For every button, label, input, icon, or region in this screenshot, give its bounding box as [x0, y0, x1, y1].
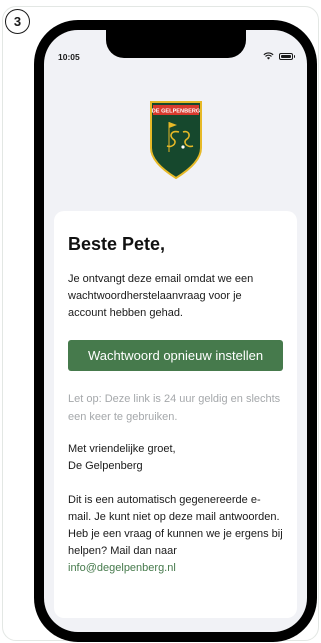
regards-line-1: Met vriendelijke groet,	[68, 443, 176, 455]
status-icons	[263, 52, 295, 60]
contact-email-link[interactable]: info@degelpenberg.nl	[68, 562, 176, 574]
email-card: Beste Pete, Je ontvangt deze email omdat…	[54, 211, 297, 618]
phone-screen: 10:05 DE GELPENBERG Beste Pete, Je ontva…	[44, 30, 307, 632]
link-validity-note: Let op: Deze link is 24 uur geldig en sl…	[68, 393, 281, 423]
step-number-badge: 3	[5, 9, 30, 34]
logo-text: DE GELPENBERG	[151, 109, 200, 115]
email-intro-text: Je ontvangt deze email omdat we een wach…	[68, 273, 254, 319]
regards-line-2: De Gelpenberg	[68, 460, 143, 472]
gelpenberg-logo: DE GELPENBERG	[149, 101, 202, 180]
reset-password-button[interactable]: Wachtwoord opnieuw instellen	[68, 340, 283, 371]
email-regards: Met vriendelijke groet, De Gelpenberg	[68, 441, 283, 475]
phone-mockup: 10:05 DE GELPENBERG Beste Pete, Je ontva…	[34, 20, 317, 642]
status-time: 10:05	[58, 52, 80, 62]
wifi-icon	[263, 52, 274, 60]
phone-notch	[105, 30, 246, 58]
battery-icon	[279, 52, 295, 60]
automatic-email-text: Dit is een automatisch gegenereerde e-ma…	[68, 494, 283, 557]
email-greeting: Beste Pete,	[68, 234, 166, 254]
automatic-email-note: Dit is een automatisch gegenereerde e-ma…	[68, 492, 283, 577]
